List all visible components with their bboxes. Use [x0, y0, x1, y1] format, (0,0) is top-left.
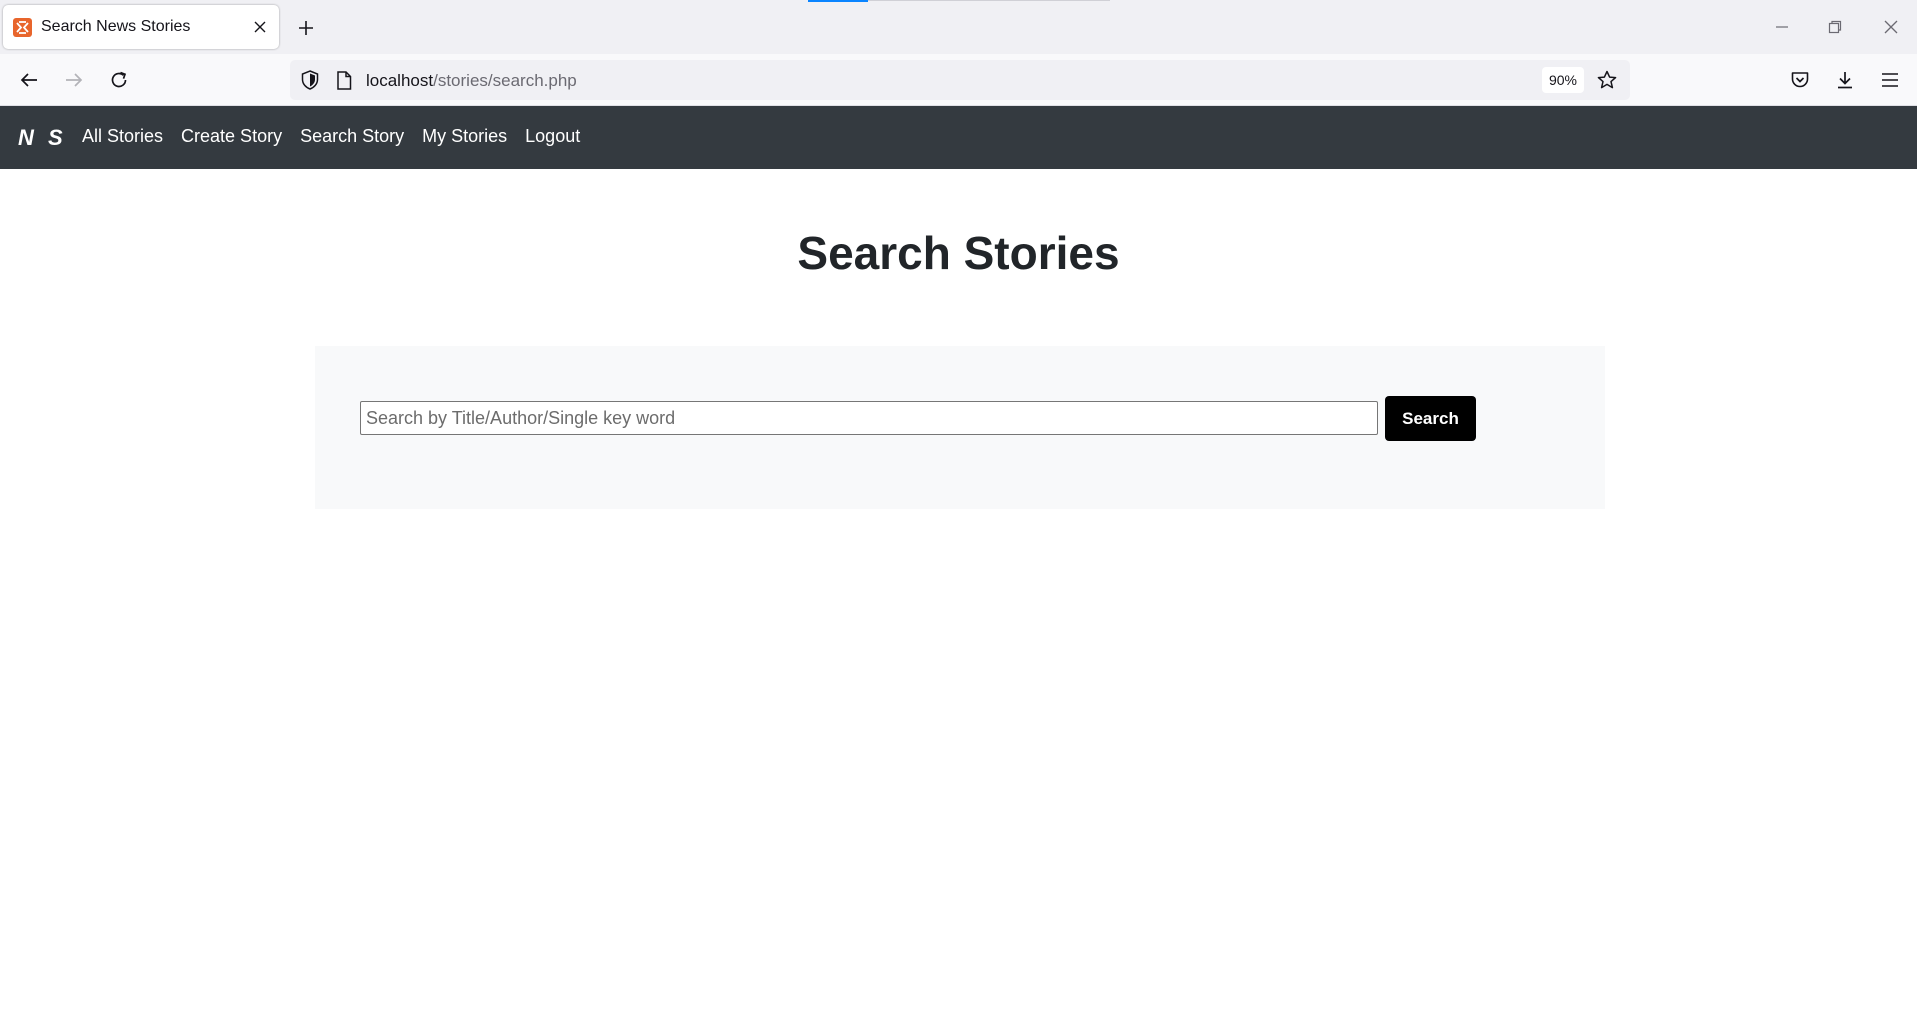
arrow-right-icon[interactable]: [56, 62, 92, 98]
plus-icon[interactable]: [290, 12, 322, 44]
shield-icon[interactable]: [298, 68, 322, 92]
close-icon[interactable]: [250, 17, 270, 37]
page-icon[interactable]: [332, 68, 356, 92]
browser-tab-bar: Search News Stories: [0, 0, 1917, 54]
zoom-level-badge[interactable]: 90%: [1542, 67, 1584, 93]
nav-link-search-story[interactable]: Search Story: [300, 126, 404, 147]
hamburger-menu-icon[interactable]: [1872, 62, 1908, 98]
url-path: /stories/search.php: [433, 71, 577, 90]
tab-strip-line: [868, 0, 1110, 1]
search-button[interactable]: Search: [1385, 396, 1476, 441]
nav-link-logout[interactable]: Logout: [525, 126, 580, 147]
page-title: Search Stories: [797, 227, 1120, 279]
nav-link-create-story[interactable]: Create Story: [181, 126, 282, 147]
xampp-icon: [13, 18, 32, 37]
pocket-icon[interactable]: [1782, 62, 1818, 98]
url-text: localhost/stories/search.php: [366, 71, 577, 91]
address-bar[interactable]: localhost/stories/search.php 90%: [290, 60, 1630, 100]
site-nav-links: All Stories Create Story Search Story My…: [82, 126, 598, 147]
site-navbar: N S All Stories Create Story Search Stor…: [0, 106, 1917, 169]
tab-title: Search News Stories: [41, 18, 191, 35]
browser-toolbar: localhost/stories/search.php 90%: [0, 54, 1917, 106]
minimize-icon[interactable]: [1762, 10, 1802, 44]
star-icon[interactable]: [1594, 67, 1620, 93]
nav-link-all-stories[interactable]: All Stories: [82, 126, 163, 147]
reload-icon[interactable]: [101, 62, 137, 98]
close-window-icon[interactable]: [1871, 10, 1911, 44]
download-icon[interactable]: [1827, 62, 1863, 98]
restore-icon[interactable]: [1815, 10, 1855, 44]
search-input[interactable]: [360, 401, 1378, 435]
brand-logo[interactable]: N S: [18, 125, 67, 151]
url-host: localhost: [366, 71, 434, 90]
search-panel: Search: [315, 346, 1605, 509]
tab-drag-indicator: [808, 0, 868, 2]
arrow-left-icon[interactable]: [11, 62, 47, 98]
browser-tab-active[interactable]: Search News Stories: [3, 5, 279, 49]
nav-link-my-stories[interactable]: My Stories: [422, 126, 507, 147]
